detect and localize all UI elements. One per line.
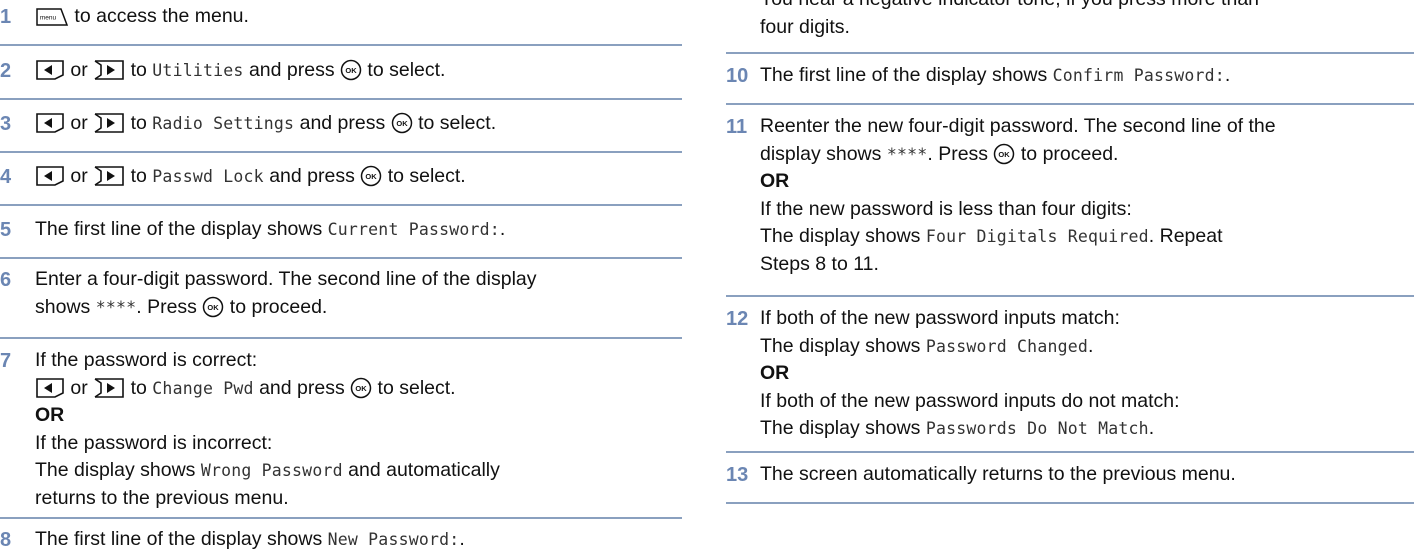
divider bbox=[0, 44, 682, 46]
ok-key-icon bbox=[993, 143, 1015, 165]
step-number: 2 bbox=[0, 60, 12, 82]
divider bbox=[726, 451, 1414, 453]
menu-item-change-pwd: Change Pwd bbox=[152, 378, 254, 398]
step-number: 1 bbox=[0, 6, 12, 28]
step-body: If both of the new password inputs match… bbox=[760, 305, 1414, 443]
step-2: 2 or to Utilities and press to select. bbox=[0, 57, 682, 89]
ok-key-icon bbox=[391, 112, 413, 134]
or-label: OR bbox=[760, 170, 790, 192]
display-text: **** bbox=[95, 297, 137, 317]
ok-key-icon bbox=[202, 296, 224, 318]
step-number: 4 bbox=[0, 166, 12, 188]
left-arrow-key-icon bbox=[35, 59, 65, 81]
display-text: Wrong Password bbox=[200, 461, 343, 480]
left-arrow-key-icon bbox=[35, 377, 65, 399]
step-body: Enter a four-digit password. The second … bbox=[35, 268, 537, 318]
menu-item-passwd-lock: Passwd Lock bbox=[152, 167, 264, 186]
right-arrow-key-icon bbox=[93, 59, 125, 81]
divider bbox=[726, 502, 1414, 504]
step-body: to access the menu. bbox=[35, 3, 682, 31]
display-text: New Password: bbox=[327, 530, 460, 549]
step-number: 12 bbox=[726, 308, 749, 330]
left-arrow-key-icon bbox=[35, 112, 65, 134]
divider bbox=[0, 517, 682, 519]
step-body: If the password is correct: or to Change… bbox=[35, 347, 682, 512]
step-11: 11 Reenter the new four-digit password. … bbox=[726, 113, 1414, 275]
step-body: Reenter the new four-digit password. The… bbox=[760, 113, 1414, 278]
step-body: You hear a negative indicator tone, if y… bbox=[760, 0, 1259, 38]
step-body: or to Utilities and press to select. bbox=[35, 57, 682, 85]
divider bbox=[726, 103, 1414, 105]
step-8: 8 The first line of the display shows Ne… bbox=[0, 526, 682, 556]
step-body: The first line of the display shows Conf… bbox=[760, 64, 1231, 86]
menu-key-icon bbox=[35, 5, 69, 27]
step-5: 5 The first line of the display shows Cu… bbox=[0, 216, 682, 248]
divider bbox=[726, 295, 1414, 297]
step-1: 1 to access the menu. bbox=[0, 3, 682, 35]
or-label: OR bbox=[760, 362, 790, 384]
step-number: 7 bbox=[0, 350, 12, 372]
divider bbox=[0, 337, 682, 339]
step-10: 10 The first line of the display shows C… bbox=[726, 62, 1414, 94]
step-13: 13 The screen automatically returns to t… bbox=[726, 461, 1414, 493]
divider bbox=[726, 52, 1414, 54]
display-text: Password Changed bbox=[925, 336, 1088, 356]
step-number: 8 bbox=[0, 529, 12, 551]
step-number: 5 bbox=[0, 219, 12, 241]
left-arrow-key-icon bbox=[35, 165, 65, 187]
step-9-continuation: You hear a negative indicator tone, if y… bbox=[726, 0, 1414, 46]
divider bbox=[0, 204, 682, 206]
step-number: 13 bbox=[726, 464, 749, 486]
menu-item-utilities: Utilities bbox=[152, 61, 244, 80]
step-number: 6 bbox=[0, 269, 12, 291]
right-arrow-key-icon bbox=[93, 377, 125, 399]
divider bbox=[0, 151, 682, 153]
step-number: 10 bbox=[726, 65, 749, 87]
step-number: 11 bbox=[726, 116, 748, 138]
display-text: Confirm Password: bbox=[1052, 66, 1225, 85]
display-text: **** bbox=[886, 144, 928, 164]
or-label: OR bbox=[35, 404, 65, 426]
menu-item-radio-settings: Radio Settings bbox=[152, 114, 295, 133]
divider bbox=[0, 257, 682, 259]
ok-key-icon bbox=[350, 377, 372, 399]
step-body: or to Passwd Lock and press to select. bbox=[35, 163, 682, 191]
display-text: Current Password: bbox=[327, 220, 500, 239]
step-3: 3 or to Radio Settings and press to sele… bbox=[0, 110, 682, 142]
step-body: The first line of the display shows Curr… bbox=[35, 218, 506, 240]
step-4: 4 or to Passwd Lock and press to select. bbox=[0, 163, 682, 195]
step-6: 6 Enter a four-digit password. The secon… bbox=[0, 266, 682, 326]
step-7: 7 If the password is correct: or to Chan… bbox=[0, 347, 682, 509]
right-arrow-key-icon bbox=[93, 112, 125, 134]
ok-key-icon bbox=[340, 59, 362, 81]
step-body: or to Radio Settings and press to select… bbox=[35, 110, 682, 138]
divider bbox=[0, 98, 682, 100]
step-12: 12 If both of the new password inputs ma… bbox=[726, 305, 1414, 445]
display-text: Four Digitals Required bbox=[925, 227, 1149, 246]
right-arrow-key-icon bbox=[93, 165, 125, 187]
ok-key-icon bbox=[360, 165, 382, 187]
display-text: Passwords Do Not Match bbox=[925, 419, 1149, 438]
step-body: The first line of the display shows New … bbox=[35, 528, 465, 550]
step-number: 3 bbox=[0, 113, 12, 135]
step-body: The screen automatically returns to the … bbox=[760, 463, 1236, 485]
